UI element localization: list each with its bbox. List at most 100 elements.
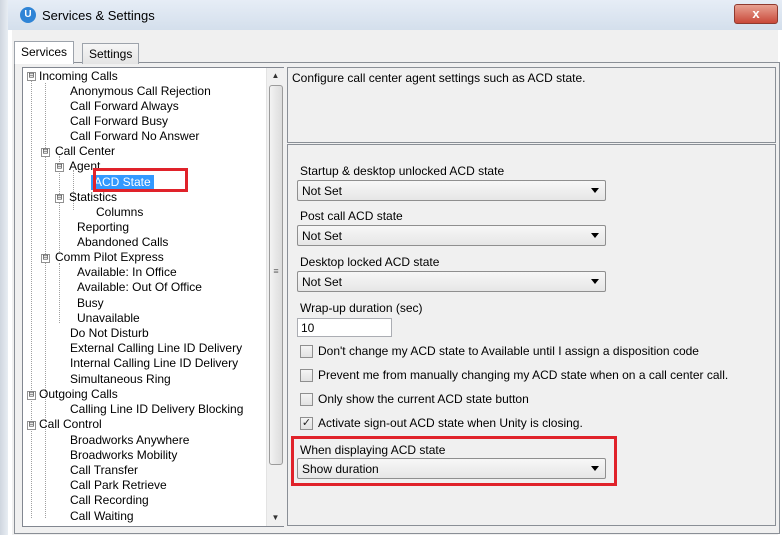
only-show-current-button-checkbox[interactable]	[300, 393, 313, 406]
tree-item-label: Statistics	[69, 190, 118, 204]
tree-item-internal-calling-line-id[interactable]: Internal Calling Line ID Delivery	[67, 356, 241, 371]
collapse-icon[interactable]: ⊟	[55, 194, 64, 203]
description-text: Configure call center agent settings suc…	[292, 71, 586, 85]
tree-item-label: Do Not Disturb	[70, 326, 149, 340]
description-panel: Configure call center agent settings suc…	[287, 67, 776, 143]
collapse-icon[interactable]: ⊟	[55, 163, 64, 172]
annotation-highlight-display-acd	[291, 436, 617, 486]
tree-item-call-waiting[interactable]: Call Waiting	[67, 509, 137, 524]
disposition-code-checkbox[interactable]	[300, 345, 313, 358]
chevron-down-icon	[591, 188, 599, 193]
tree-item-unavailable[interactable]: Unavailable	[74, 311, 143, 326]
tab-settings[interactable]: Settings	[82, 43, 140, 64]
tree-item-simultaneous-ring[interactable]: Simultaneous Ring	[67, 372, 174, 387]
tree-item-columns[interactable]: Columns	[93, 205, 146, 220]
tree-item-label: Call Forward Always	[70, 99, 179, 113]
tree-item-call-transfer[interactable]: Call Transfer	[67, 463, 141, 478]
window-title: Services & Settings	[42, 8, 155, 23]
tree-item-broadworks-mobility[interactable]: Broadworks Mobility	[67, 448, 180, 463]
annotation-highlight-acd-state	[93, 168, 188, 192]
title-bar[interactable]: U Services & Settings x	[8, 0, 782, 30]
tab-services[interactable]: Services	[14, 41, 75, 64]
tree-item-label: Calling Line ID Delivery Blocking	[70, 402, 244, 416]
tree-item-available-out-of-office[interactable]: Available: Out Of Office	[74, 280, 205, 295]
tree-scrollbar[interactable]: ▲ ≡ ▼	[266, 68, 284, 526]
tree-item-label: Call Control	[39, 417, 102, 431]
tree-item-external-calling-line-id[interactable]: External Calling Line ID Delivery	[67, 341, 245, 356]
tree-item-label: Incoming Calls	[39, 69, 118, 83]
tree-item-call-recording[interactable]: Call Recording	[67, 493, 152, 508]
tree-item-label: Call Forward Busy	[70, 114, 169, 128]
tree-item-label: Call Center	[55, 144, 116, 158]
chevron-down-icon	[591, 279, 599, 284]
scroll-up-arrow-icon[interactable]: ▲	[267, 68, 284, 84]
tree-item-label: Call Transfer	[70, 463, 139, 477]
tree-item-statistics[interactable]: Statistics	[66, 190, 120, 205]
dropdown-value: Not Set	[302, 184, 343, 198]
services-tree[interactable]: ⊟ Incoming Calls Anonymous Call Rejectio…	[22, 67, 284, 527]
close-button[interactable]: x	[734, 4, 778, 24]
tree-item-label: Comm Pilot Express	[55, 250, 164, 264]
tree-item-comm-pilot-express[interactable]: Comm Pilot Express	[52, 250, 167, 265]
wrapup-duration-input[interactable]	[297, 318, 392, 337]
tree-item-reporting[interactable]: Reporting	[74, 220, 132, 235]
tree-item-label: Available: Out Of Office	[77, 280, 202, 294]
tree-item-label: Unavailable	[77, 311, 140, 325]
tree-item-broadworks-anywhere[interactable]: Broadworks Anywhere	[67, 433, 192, 448]
wrapup-duration-label: Wrap-up duration (sec)	[300, 301, 423, 315]
tree-item-label: Broadworks Anywhere	[70, 433, 190, 447]
tree-item-outgoing-calls[interactable]: Outgoing Calls	[36, 387, 121, 402]
tree-item-label: Call Waiting	[70, 509, 134, 523]
signout-acd-label: Activate sign-out ACD state when Unity i…	[318, 416, 583, 430]
collapse-icon[interactable]: ⊟	[27, 72, 36, 81]
collapse-icon[interactable]: ⊟	[27, 421, 36, 430]
tree-item-label: Internal Calling Line ID Delivery	[70, 356, 239, 370]
tree-item-call-control[interactable]: Call Control	[36, 417, 105, 432]
scroll-thumb[interactable]: ≡	[269, 85, 283, 465]
disposition-code-label: Don't change my ACD state to Available u…	[318, 344, 699, 358]
startup-acd-label: Startup & desktop unlocked ACD state	[300, 164, 505, 178]
collapse-icon[interactable]: ⊟	[41, 254, 50, 263]
window-frame-left	[0, 0, 8, 535]
tree-item-abandoned-calls[interactable]: Abandoned Calls	[74, 235, 171, 250]
collapse-icon[interactable]: ⊟	[27, 391, 36, 400]
collapse-icon[interactable]: ⊟	[41, 148, 50, 157]
only-show-current-button-label: Only show the current ACD state button	[318, 392, 529, 406]
tree-item-label: Columns	[96, 205, 144, 219]
tree-item-available-in-office[interactable]: Available: In Office	[74, 265, 180, 280]
tree-item-label: Busy	[77, 296, 104, 310]
tree-item-label: Call Park Retrieve	[70, 478, 167, 492]
startup-acd-dropdown[interactable]: Not Set	[297, 180, 606, 201]
tree-item-anonymous-call-rejection[interactable]: Anonymous Call Rejection	[67, 84, 214, 99]
desktop-locked-acd-label: Desktop locked ACD state	[300, 255, 440, 269]
tree-item-label: Outgoing Calls	[39, 387, 118, 401]
tree-item-calling-line-id-blocking[interactable]: Calling Line ID Delivery Blocking	[67, 402, 246, 417]
dropdown-value: Not Set	[302, 229, 343, 243]
post-call-acd-label: Post call ACD state	[300, 209, 403, 223]
tree-item-label: Available: In Office	[77, 265, 177, 279]
tree-item-busy[interactable]: Busy	[74, 296, 107, 311]
tree-item-do-not-disturb[interactable]: Do Not Disturb	[67, 326, 152, 341]
tree-connector	[31, 80, 32, 430]
tree-item-label: Call Recording	[70, 493, 149, 507]
tree-item-call-forward-no-answer[interactable]: Call Forward No Answer	[67, 129, 202, 144]
tree-item-label: Reporting	[77, 220, 130, 234]
prevent-manual-change-checkbox[interactable]	[300, 369, 313, 382]
dropdown-value: Not Set	[302, 275, 343, 289]
tree-item-label: Abandoned Calls	[77, 235, 169, 249]
scroll-down-arrow-icon[interactable]: ▼	[267, 510, 284, 526]
tree-item-call-park-retrieve[interactable]: Call Park Retrieve	[67, 478, 170, 493]
post-call-acd-dropdown[interactable]: Not Set	[297, 225, 606, 246]
tree-connector	[59, 263, 60, 323]
tree-item-incoming-calls[interactable]: Incoming Calls	[36, 69, 121, 84]
tree-item-call-forward-always[interactable]: Call Forward Always	[67, 99, 182, 114]
tree-item-call-forward-busy[interactable]: Call Forward Busy	[67, 114, 171, 129]
tree-item-call-center[interactable]: Call Center	[52, 144, 118, 159]
tree-item-label: Simultaneous Ring	[70, 372, 171, 386]
tree-item-label: Broadworks Mobility	[70, 448, 178, 462]
signout-acd-checkbox[interactable]: ✓	[300, 417, 313, 430]
unity-app-icon: U	[20, 7, 36, 23]
desktop-locked-acd-dropdown[interactable]: Not Set	[297, 271, 606, 292]
tree-item-label: Call Forward No Answer	[70, 129, 200, 143]
tree-item-label: External Calling Line ID Delivery	[70, 341, 243, 355]
